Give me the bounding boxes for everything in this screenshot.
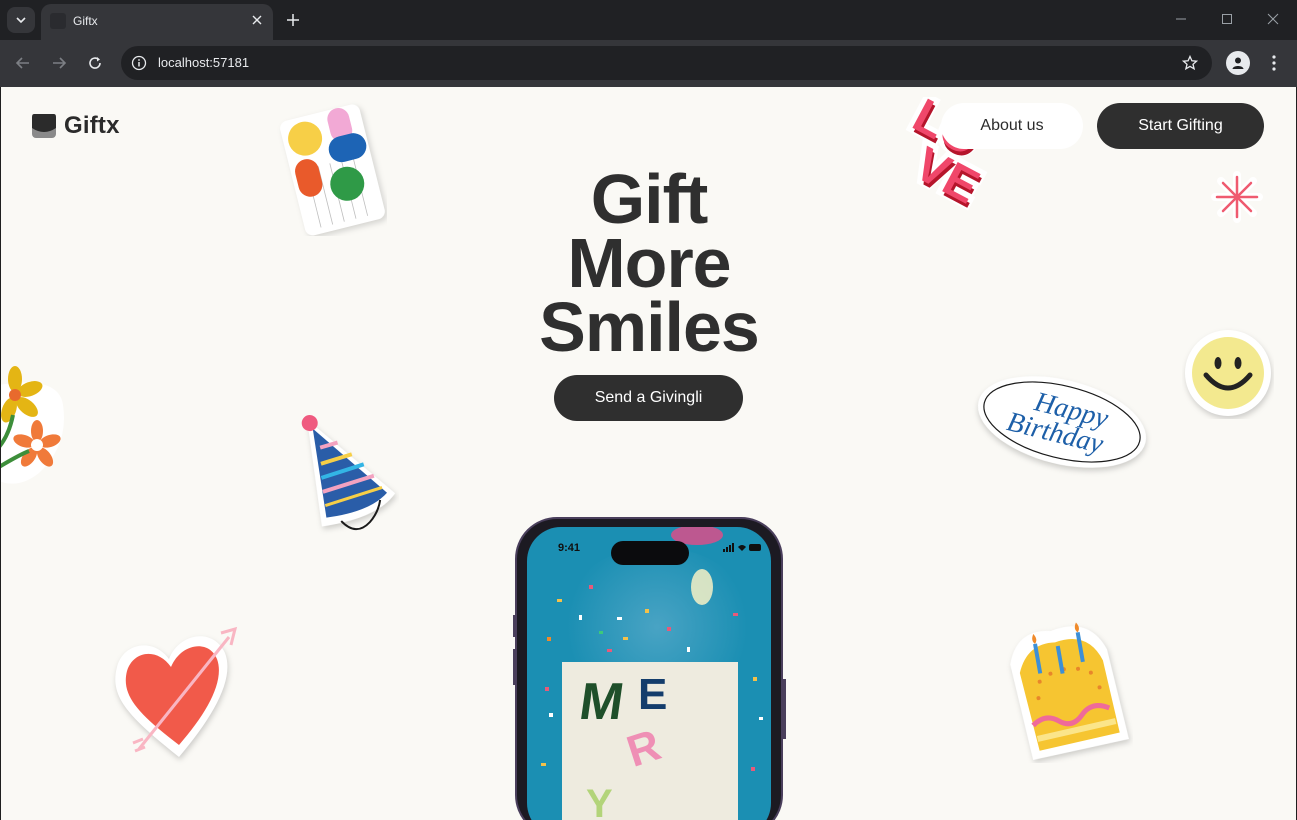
site-logo[interactable]: Giftx xyxy=(32,112,120,140)
birthday-cake-sticker xyxy=(1001,611,1133,768)
tab-close-button[interactable] xyxy=(247,10,267,30)
phone-screen: 9:41 M E R Y xyxy=(527,527,771,820)
tab-strip: Giftx xyxy=(0,0,1297,40)
minimize-button[interactable] xyxy=(1171,9,1191,29)
forward-button[interactable] xyxy=(46,50,72,76)
tab-search-button[interactable] xyxy=(7,7,35,33)
profile-button[interactable] xyxy=(1226,51,1250,75)
more-vertical-icon xyxy=(1272,55,1276,71)
greeting-card-preview: M E R Y xyxy=(562,662,738,820)
arrow-right-icon xyxy=(53,57,67,69)
url-text[interactable]: localhost:57181 xyxy=(158,55,249,70)
browser-menu-button[interactable] xyxy=(1264,51,1284,75)
card-letter: M xyxy=(575,673,628,731)
browser-tab[interactable]: Giftx xyxy=(41,4,273,40)
hero-title: Gift More Smiles xyxy=(449,160,849,366)
new-tab-button[interactable] xyxy=(282,9,304,31)
person-icon xyxy=(1232,57,1244,69)
address-bar[interactable]: localhost:57181 xyxy=(121,46,1212,80)
dynamic-island xyxy=(611,541,689,565)
logo-text: Giftx xyxy=(64,112,120,139)
browser-toolbar: localhost:57181 xyxy=(0,40,1297,87)
close-icon xyxy=(252,15,262,25)
arrow-left-icon xyxy=(15,57,29,69)
site-info-icon[interactable] xyxy=(129,53,149,73)
flowers-sticker xyxy=(1,355,69,495)
sparkle-sticker xyxy=(1209,169,1265,230)
hero-title-line: Smiles xyxy=(539,288,760,366)
landing-page: Giftx LO VE LO VE LO VE About us Start G… xyxy=(1,87,1296,820)
tab-title: Giftx xyxy=(73,14,98,28)
reload-icon xyxy=(89,57,101,69)
plus-icon xyxy=(287,14,299,26)
happy-birthday-sticker: Happy Birthday xyxy=(971,367,1153,482)
about-us-link[interactable]: About us xyxy=(941,103,1083,149)
browser-chrome: Giftx localhost:57181 xyxy=(0,0,1297,87)
card-letter: R xyxy=(621,720,667,777)
start-gifting-button[interactable]: Start Gifting xyxy=(1097,103,1264,149)
bookmark-star-icon[interactable] xyxy=(1180,53,1200,73)
gift-logo-icon xyxy=(32,114,56,138)
tab-favicon-icon xyxy=(50,13,66,29)
phone-side-button xyxy=(783,679,786,739)
hero-title-line: Gift xyxy=(590,160,709,238)
maximize-button[interactable] xyxy=(1217,9,1237,29)
reload-button[interactable] xyxy=(82,50,108,76)
status-time: 9:41 xyxy=(558,542,581,554)
minimize-icon xyxy=(1176,18,1186,20)
chevron-down-icon xyxy=(16,17,26,24)
close-icon xyxy=(1267,13,1279,25)
smiley-face-sticker xyxy=(1182,327,1274,424)
window-close-button[interactable] xyxy=(1263,9,1283,29)
maximize-icon xyxy=(1222,14,1232,24)
status-icons xyxy=(723,543,761,552)
party-hat-sticker xyxy=(299,403,399,548)
phone-mockup: 9:41 M E R Y xyxy=(515,517,783,820)
heart-arrow-sticker xyxy=(109,617,249,772)
color-swatch-sticker xyxy=(277,101,387,241)
card-letter: Y xyxy=(586,782,613,820)
back-button[interactable] xyxy=(10,50,36,76)
send-givingli-button[interactable]: Send a Givingli xyxy=(554,375,743,421)
card-letter: E xyxy=(638,670,668,719)
hero-title-line: More xyxy=(567,224,731,302)
